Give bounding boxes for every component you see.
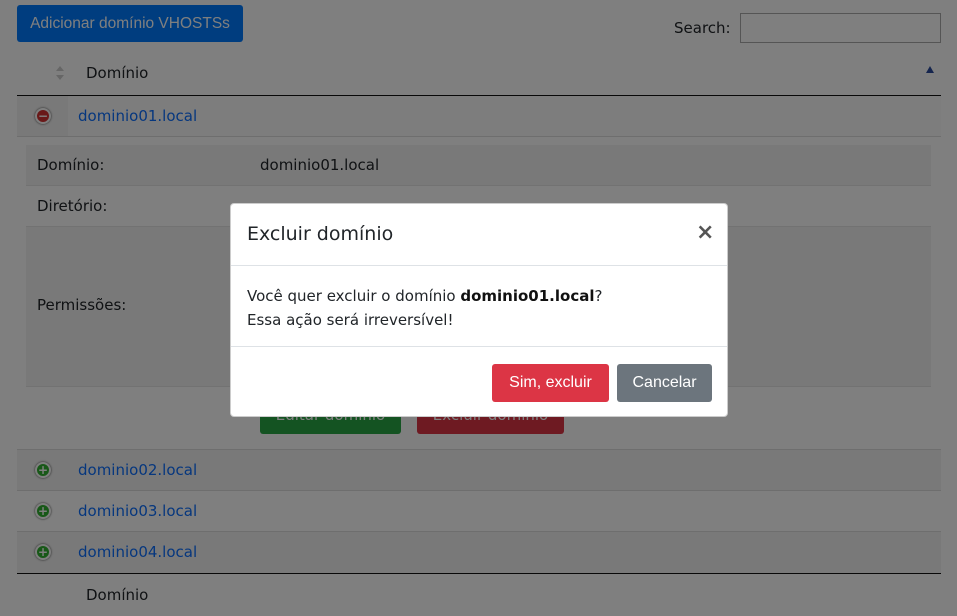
confirm-delete-button[interactable]: Sim, excluir <box>492 364 609 402</box>
modal-footer: Sim, excluir Cancelar <box>231 346 727 416</box>
modal-header: Excluir domínio × <box>231 204 727 266</box>
close-icon[interactable]: × <box>696 220 714 245</box>
modal-domain-name: dominio01.local <box>460 287 595 305</box>
modal-warning: Essa ação será irreversível! <box>247 311 454 329</box>
modal-title: Excluir domínio <box>247 223 394 245</box>
modal-body: Você quer excluir o domínio dominio01.lo… <box>247 284 713 332</box>
delete-domain-modal: Excluir domínio × Você quer excluir o do… <box>230 203 728 417</box>
modal-message: Você quer excluir o domínio dominio01.lo… <box>247 287 603 305</box>
cancel-button[interactable]: Cancelar <box>617 364 712 402</box>
